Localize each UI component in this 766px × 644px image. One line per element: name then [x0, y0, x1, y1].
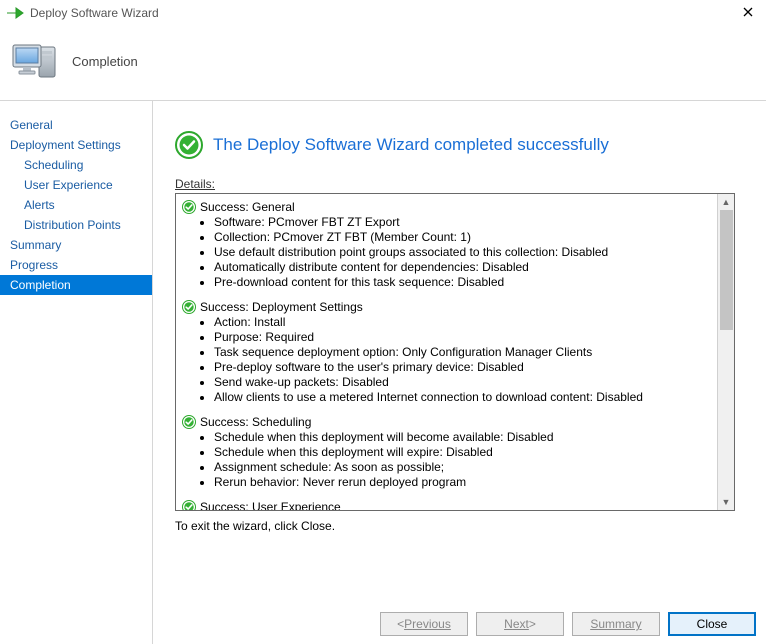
- nav-item-distribution-points[interactable]: Distribution Points: [0, 215, 152, 235]
- details-section-title: Success: General: [200, 200, 295, 214]
- details-section-title: Success: User Experience: [200, 500, 341, 510]
- nav-item-deployment-settings[interactable]: Deployment Settings: [0, 135, 152, 155]
- details-scrollbar[interactable]: ▲ ▼: [717, 194, 734, 510]
- computer-icon: [10, 37, 62, 85]
- nav-item-completion[interactable]: Completion: [0, 275, 152, 295]
- success-check-icon: [175, 131, 203, 159]
- details-item: Assignment schedule: As soon as possible…: [214, 460, 714, 475]
- scroll-up-button[interactable]: ▲: [718, 194, 734, 210]
- wizard-nav: GeneralDeployment SettingsSchedulingUser…: [0, 100, 153, 644]
- nav-item-scheduling[interactable]: Scheduling: [0, 155, 152, 175]
- next-button: Next >: [476, 612, 564, 636]
- details-section-head: Success: Scheduling: [182, 415, 714, 429]
- wizard-buttons: < Previous Next > Summary Close: [380, 612, 756, 636]
- previous-button-label: Previous: [404, 617, 451, 631]
- page-heading: Completion: [72, 54, 138, 69]
- details-item: Software: PCmover FBT ZT Export: [214, 215, 714, 230]
- success-check-icon: [182, 500, 196, 510]
- summary-button: Summary: [572, 612, 660, 636]
- success-message: The Deploy Software Wizard completed suc…: [213, 135, 609, 155]
- details-item: Use default distribution point groups as…: [214, 245, 714, 260]
- details-item: Allow clients to use a metered Internet …: [214, 390, 714, 405]
- details-item: Action: Install: [214, 315, 714, 330]
- nav-item-progress[interactable]: Progress: [0, 255, 152, 275]
- success-check-icon: [182, 415, 196, 429]
- details-section-list: Software: PCmover FBT ZT ExportCollectio…: [214, 215, 714, 290]
- nav-item-general[interactable]: General: [0, 115, 152, 135]
- details-section-title: Success: Scheduling: [200, 415, 311, 429]
- scroll-thumb[interactable]: [720, 210, 733, 330]
- exit-note: To exit the wizard, click Close.: [175, 519, 744, 533]
- nav-item-user-experience[interactable]: User Experience: [0, 175, 152, 195]
- details-item: Rerun behavior: Never rerun deployed pro…: [214, 475, 714, 490]
- wizard-header: Completion: [0, 26, 766, 100]
- details-section: Success: Deployment SettingsAction: Inst…: [182, 300, 714, 405]
- details-box: Success: GeneralSoftware: PCmover FBT ZT…: [175, 193, 735, 511]
- details-item: Purpose: Required: [214, 330, 714, 345]
- details-section: Success: GeneralSoftware: PCmover FBT ZT…: [182, 200, 714, 290]
- details-item: Pre-deploy software to the user's primar…: [214, 360, 714, 375]
- details-section-list: Schedule when this deployment will becom…: [214, 430, 714, 490]
- details-section-head: Success: User Experience: [182, 500, 714, 510]
- wizard-content: The Deploy Software Wizard completed suc…: [153, 100, 766, 644]
- success-check-icon: [182, 300, 196, 314]
- details-item: Pre-download content for this task seque…: [214, 275, 714, 290]
- details-section: Success: User Experience: [182, 500, 714, 510]
- details-section-head: Success: General: [182, 200, 714, 214]
- details-label: Details:: [175, 177, 744, 191]
- scroll-down-button[interactable]: ▼: [718, 494, 734, 510]
- nav-item-summary[interactable]: Summary: [0, 235, 152, 255]
- details-item: Collection: PCmover ZT FBT (Member Count…: [214, 230, 714, 245]
- close-button-label: Close: [697, 617, 728, 631]
- details-item: Send wake-up packets: Disabled: [214, 375, 714, 390]
- success-check-icon: [182, 200, 196, 214]
- details-section-title: Success: Deployment Settings: [200, 300, 363, 314]
- previous-button: < Previous: [380, 612, 468, 636]
- details-section: Success: SchedulingSchedule when this de…: [182, 415, 714, 490]
- window-title: Deploy Software Wizard: [30, 6, 159, 20]
- details-section-head: Success: Deployment Settings: [182, 300, 714, 314]
- details-item: Automatically distribute content for dep…: [214, 260, 714, 275]
- details-item: Schedule when this deployment will expir…: [214, 445, 714, 460]
- details-item: Schedule when this deployment will becom…: [214, 430, 714, 445]
- scroll-track[interactable]: [719, 210, 734, 494]
- next-button-label: Next: [504, 617, 529, 631]
- title-bar: Deploy Software Wizard: [0, 0, 766, 26]
- details-item: Task sequence deployment option: Only Co…: [214, 345, 714, 360]
- close-button[interactable]: Close: [668, 612, 756, 636]
- nav-item-alerts[interactable]: Alerts: [0, 195, 152, 215]
- window-close-button[interactable]: [738, 2, 758, 22]
- summary-button-label: Summary: [590, 617, 641, 631]
- deploy-arrow-icon: [6, 6, 24, 20]
- details-section-list: Action: InstallPurpose: RequiredTask seq…: [214, 315, 714, 405]
